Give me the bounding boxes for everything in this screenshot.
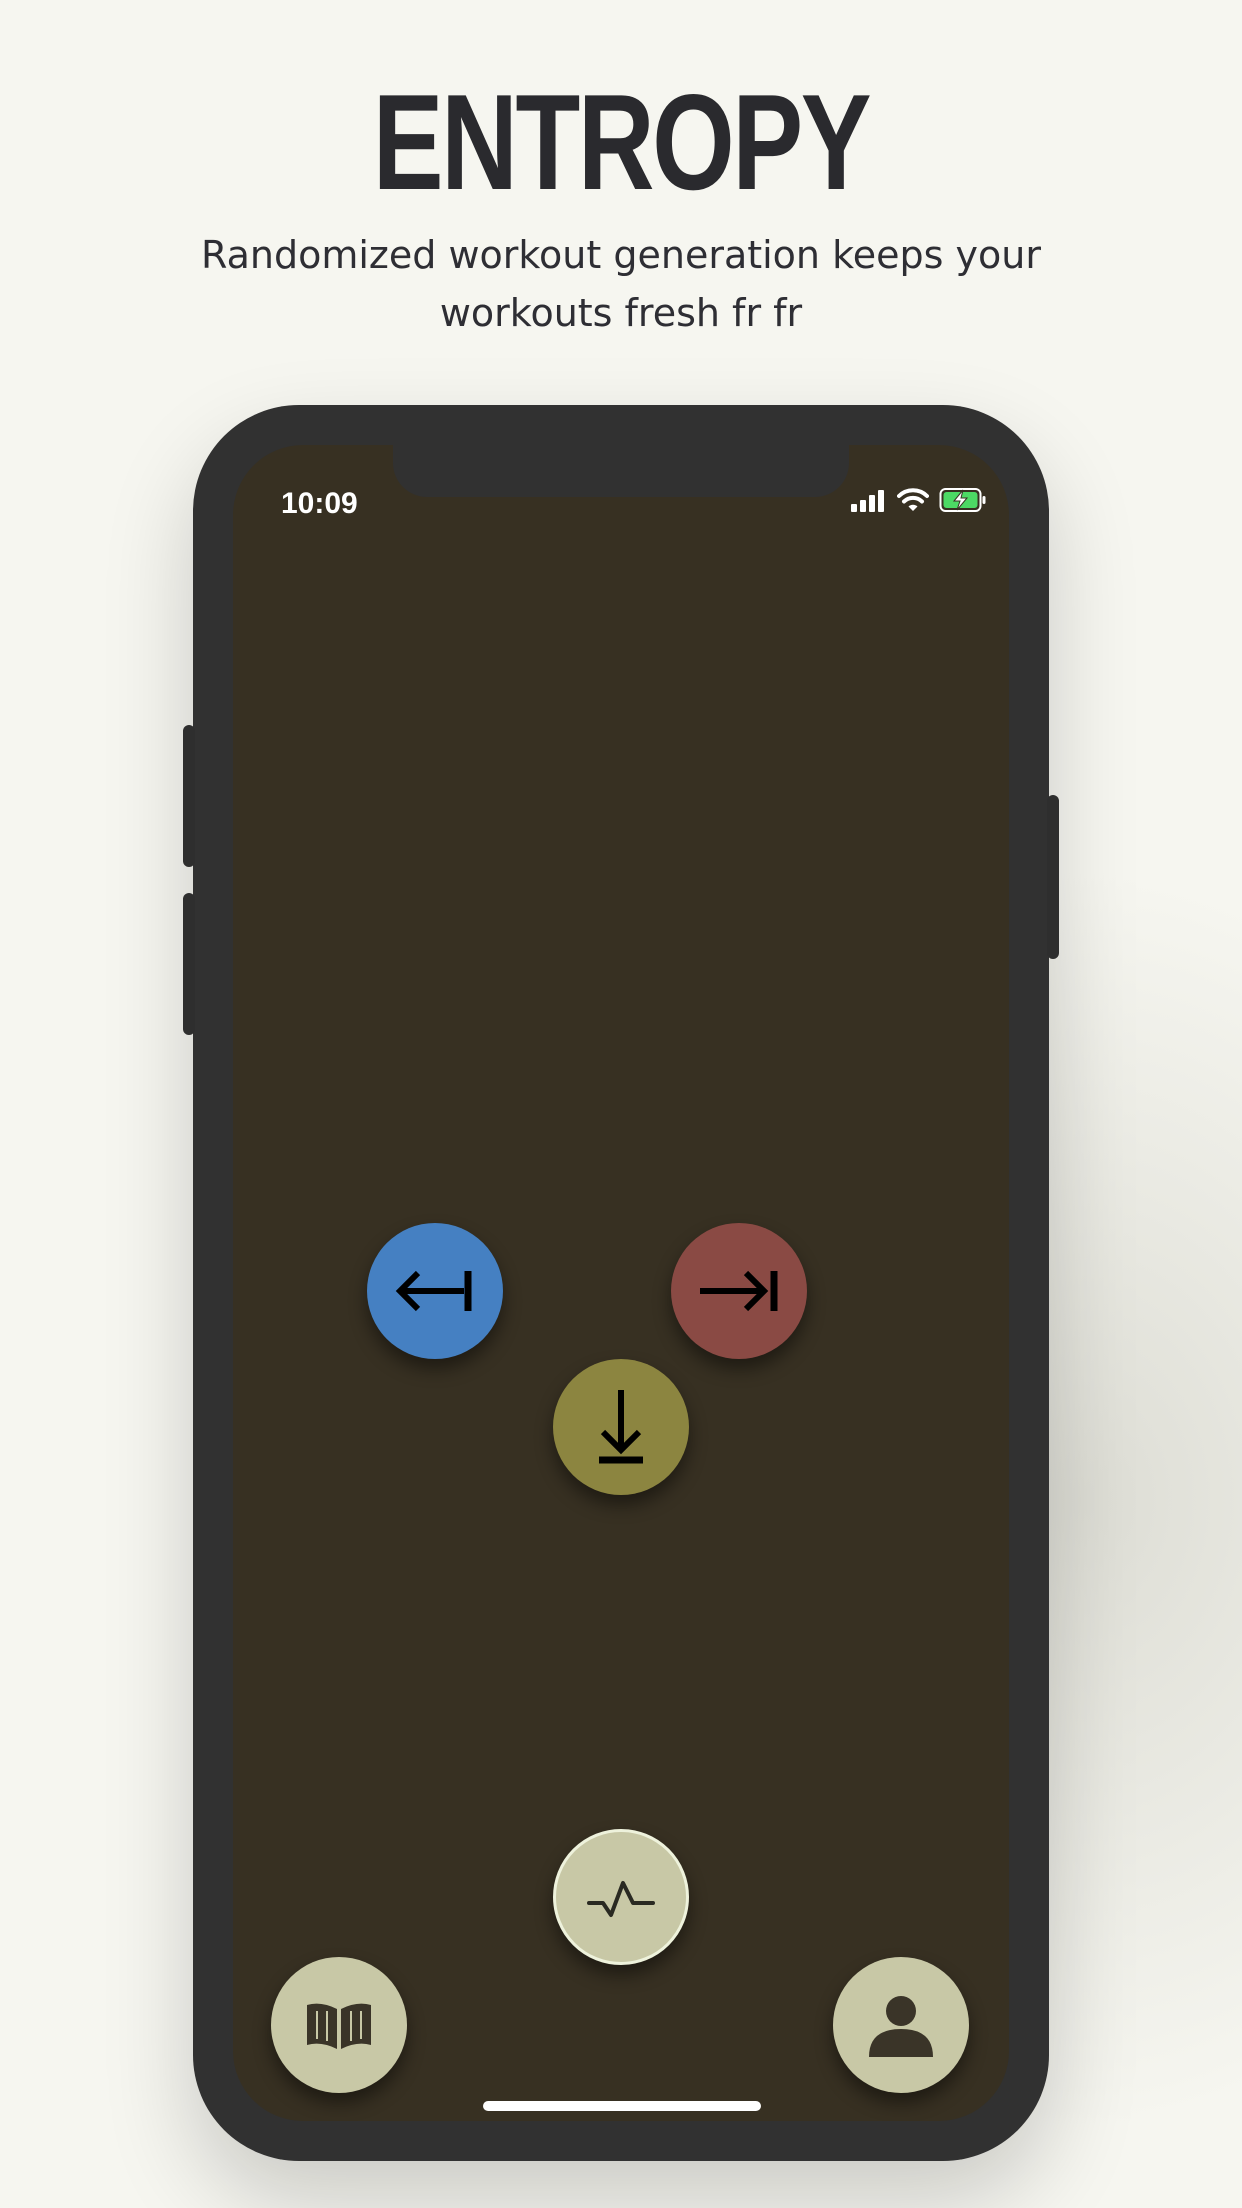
previous-button[interactable] [367,1223,503,1359]
app-screen: 10:09 [233,445,1009,2121]
wifi-icon [897,487,929,517]
profile-button[interactable] [833,1957,969,2093]
save-download-button[interactable] [553,1359,689,1495]
open-book-icon [303,1997,375,2053]
home-indicator[interactable] [483,2101,761,2111]
activity-button[interactable] [553,1829,689,1965]
volume-up-button [183,725,195,867]
phone-frame: 10:09 [183,405,1059,2161]
next-button[interactable] [671,1223,807,1359]
activity-pulse-icon [585,1875,657,1919]
power-button [1047,795,1059,959]
arrow-down-to-bar-icon [593,1384,649,1470]
battery-charging-icon [939,487,987,517]
cellular-signal-icon [851,488,887,516]
status-time: 10:09 [281,487,358,520]
volume-down-button [183,893,195,1035]
app-subtitle: Randomized workout generation keeps your… [201,233,1041,335]
user-icon [865,1989,937,2061]
status-icons [851,485,987,519]
library-button[interactable] [271,1957,407,2093]
notch [393,445,849,497]
arrow-left-to-bar-icon [392,1263,478,1319]
app-title: ENTROPY [372,66,872,218]
arrow-right-to-bar-icon [696,1263,782,1319]
